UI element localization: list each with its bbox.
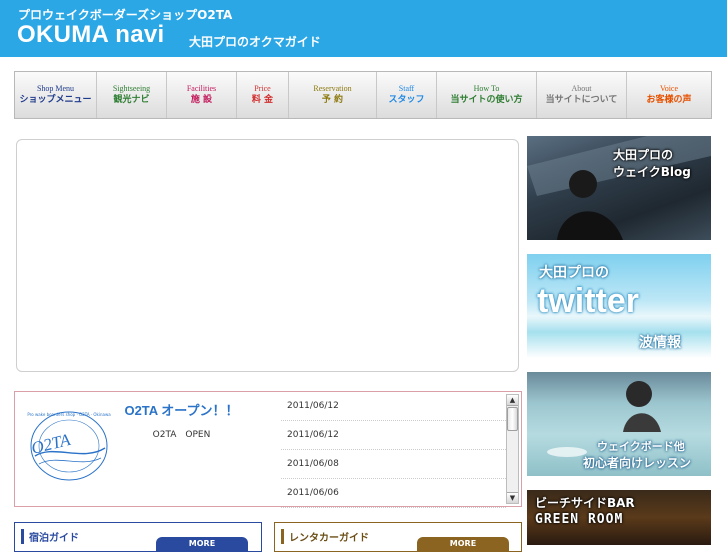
- hotel-guide-box: 宿泊ガイド MORE: [14, 522, 262, 552]
- logo-ring-text: Pro wake boarders shop · O2TA · Okinawa: [27, 412, 111, 417]
- blog-banner-line1: 大田プロの: [613, 148, 674, 162]
- nav-item-price[interactable]: Price 料 金: [237, 72, 289, 118]
- rentacar-guide-title: レンタカーガイド: [281, 529, 369, 544]
- nav-item-staff[interactable]: Staff スタッフ: [377, 72, 437, 118]
- lesson-banner-line2: 初心者向けレッスン: [583, 456, 692, 470]
- scroll-thumb[interactable]: [507, 407, 518, 431]
- site-tagline: 大田プロのオクマガイド: [189, 35, 321, 49]
- nav-item-facilities[interactable]: Facilities 施 設: [167, 72, 237, 118]
- scroll-up-arrow-icon[interactable]: ▲: [507, 395, 518, 406]
- bar-banner[interactable]: ビーチサイドBAR GREEN ROOM: [527, 490, 711, 545]
- nav-en-label: Voice: [659, 84, 679, 93]
- news-date-row[interactable]: 2011/06/12: [281, 392, 506, 421]
- nav-en-label: About: [571, 84, 592, 93]
- twitter-banner-line1: 大田プロの: [539, 265, 609, 281]
- rentacar-guide-box: レンタカーガイド MORE: [274, 522, 522, 552]
- nav-item-reservation[interactable]: Reservation 予 約: [289, 72, 377, 118]
- blog-banner-line2: ウェイクBlog: [613, 165, 691, 179]
- nav-jp-label: ショップメニュー: [19, 95, 92, 105]
- nav-jp-label: 当サイトについて: [545, 95, 618, 105]
- blog-banner[interactable]: 大田プロの ウェイクBlog: [527, 136, 711, 240]
- news-date-row[interactable]: 2011/06/12: [281, 421, 506, 450]
- main-slideshow-area: [16, 139, 519, 372]
- twitter-logo-text: twitter: [537, 282, 639, 320]
- nav-jp-label: 施 設: [190, 95, 213, 105]
- logo-text: O2TA: [29, 430, 72, 458]
- bar-banner-line1: ビーチサイドBAR: [535, 496, 635, 510]
- main-nav: Shop Menu ショップメニュー Sightseeing 観光ナビ Faci…: [14, 71, 712, 119]
- nav-jp-label: スタッフ: [388, 95, 425, 105]
- news-scrollbar[interactable]: ▲ ▼: [506, 394, 519, 504]
- nav-en-label: Facilities: [186, 84, 217, 93]
- nav-en-label: Shop Menu: [36, 84, 75, 93]
- hotel-guide-title: 宿泊ガイド: [21, 529, 79, 544]
- scroll-down-arrow-icon[interactable]: ▼: [507, 492, 518, 503]
- nav-en-label: Reservation: [313, 84, 352, 93]
- nav-item-about[interactable]: About 当サイトについて: [537, 72, 627, 118]
- site-logo-title[interactable]: OKUMA navi: [17, 21, 164, 49]
- nav-item-sightseeing[interactable]: Sightseeing 観光ナビ: [97, 72, 167, 118]
- nav-en-label: Staff: [398, 84, 415, 93]
- nav-item-voice[interactable]: Voice お客様の声: [627, 72, 711, 118]
- nav-item-howto[interactable]: How To 当サイトの使い方: [437, 72, 537, 118]
- twitter-banner[interactable]: 大田プロの twitter 波情報: [527, 254, 711, 358]
- bar-banner-line2: GREEN ROOM: [535, 512, 624, 527]
- rentacar-more-button[interactable]: MORE: [417, 537, 509, 551]
- news-date-row[interactable]: 2011/06/08: [281, 450, 506, 479]
- news-date-list: 2011/06/12 2011/06/12 2011/06/08 2011/06…: [281, 392, 506, 508]
- nav-en-label: Price: [254, 84, 271, 93]
- twitter-banner-line2: 波情報: [639, 335, 681, 351]
- nav-jp-label: 観光ナビ: [113, 95, 150, 105]
- news-panel: O2TA Pro wake boarders shop · O2TA · Oki…: [14, 391, 522, 508]
- nav-en-label: How To: [473, 84, 500, 93]
- news-body-text: O2TA OPEN: [152, 430, 211, 440]
- news-date-row[interactable]: 2011/06/06: [281, 479, 506, 508]
- nav-jp-label: お客様の声: [646, 95, 692, 105]
- nav-item-shop-menu[interactable]: Shop Menu ショップメニュー: [15, 72, 97, 118]
- nav-en-label: Sightseeing: [112, 84, 151, 93]
- lesson-banner[interactable]: ウェイクボード他 初心者向けレッスン: [527, 372, 711, 476]
- site-header: プロウェイクボーダーズショップO2TA OKUMA navi 大田プロのオクマガ…: [0, 0, 727, 57]
- nav-jp-label: 予 約: [321, 95, 344, 105]
- news-headline[interactable]: O2TA オープン！！: [119, 400, 244, 419]
- hotel-more-button[interactable]: MORE: [156, 537, 248, 551]
- nav-jp-label: 当サイトの使い方: [450, 95, 523, 105]
- o2ta-logo: O2TA Pro wake boarders shop · O2TA · Oki…: [23, 404, 115, 488]
- nav-jp-label: 料 金: [251, 95, 274, 105]
- lesson-banner-line1: ウェイクボード他: [597, 440, 685, 453]
